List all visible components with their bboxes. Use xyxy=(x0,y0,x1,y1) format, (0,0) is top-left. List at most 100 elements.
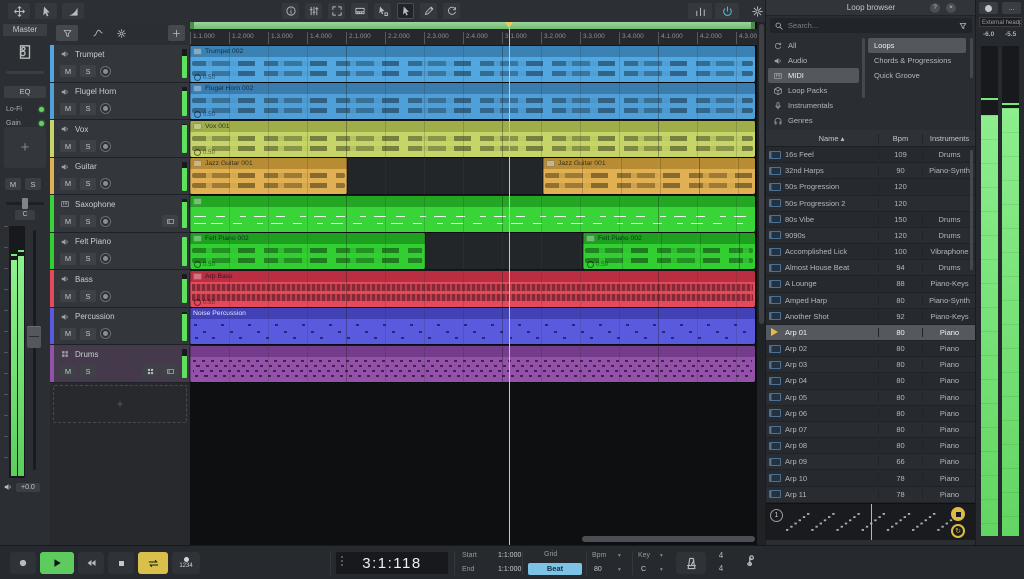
clip[interactable]: Felt Piano 0020.50 xyxy=(583,233,755,269)
clip[interactable]: Jazz Guitar 001 xyxy=(543,158,755,194)
mute-button[interactable]: M xyxy=(60,365,76,377)
mute-button[interactable]: M xyxy=(60,103,76,115)
record-arm-button[interactable] xyxy=(100,253,111,264)
category-loop-packs[interactable]: Loop Packs xyxy=(768,83,859,98)
pencil-tool[interactable] xyxy=(420,3,437,19)
track-settings-button[interactable] xyxy=(112,25,130,41)
filter-icon[interactable] xyxy=(958,21,968,31)
loop-row[interactable]: Amped Harp80Piano-Synth xyxy=(766,293,976,309)
loop-row[interactable]: Arp 0480Piano xyxy=(766,373,976,389)
end-value[interactable]: 1:1:000 xyxy=(498,566,521,573)
clip[interactable]: Felt Piano 0020.50 xyxy=(190,233,425,269)
loop-row[interactable]: 9090s120Drums xyxy=(766,228,976,244)
browser-toggle-button[interactable] xyxy=(715,3,739,19)
loop-row[interactable]: Arp 0380Piano xyxy=(766,357,976,373)
column-header-name[interactable]: Name ▴ xyxy=(783,134,878,143)
clip[interactable]: Vox 0010.50 xyxy=(190,121,755,157)
subcategory-loops[interactable]: Loops xyxy=(868,38,966,53)
loop-row[interactable]: 50s Progression120 xyxy=(766,179,976,195)
stop-button[interactable] xyxy=(108,552,134,574)
subcategory-chords-progressions[interactable]: Chords & Progressions xyxy=(868,53,966,68)
add-track-button[interactable] xyxy=(168,25,185,41)
add-track-dropzone[interactable]: + xyxy=(53,385,187,423)
fade-tool[interactable] xyxy=(62,3,84,19)
bridge-record-button[interactable] xyxy=(979,2,998,14)
track-header-vox[interactable]: VoxMS xyxy=(50,120,190,158)
clip[interactable] xyxy=(190,346,755,382)
mute-button[interactable]: M xyxy=(60,290,76,302)
rewind-button[interactable] xyxy=(78,552,104,574)
column-header-bpm[interactable]: Bpm xyxy=(878,134,922,143)
mute-button[interactable]: M xyxy=(60,215,76,227)
insert-power-led[interactable] xyxy=(39,121,44,126)
loop-row[interactable]: 16s Feel109Drums xyxy=(766,147,976,163)
subcategory-scrollbar[interactable] xyxy=(970,38,973,78)
eq-button[interactable]: EQ xyxy=(4,86,46,98)
settings-button[interactable] xyxy=(748,3,766,19)
solo-button[interactable]: S xyxy=(80,215,96,227)
insert-slot[interactable]: Lo-Fi xyxy=(6,104,44,115)
loop-row[interactable]: Arp 0880Piano xyxy=(766,438,976,454)
master-volume-value[interactable]: +0.0 xyxy=(16,483,40,492)
track-header-flugel-horn[interactable]: Flugel HornMS xyxy=(50,83,190,121)
solo-button[interactable]: S xyxy=(80,65,96,77)
solo-button[interactable]: S xyxy=(80,178,96,190)
key-down-arrow[interactable]: ▾ xyxy=(660,567,663,573)
record-arm-button[interactable] xyxy=(100,216,111,227)
loop-row[interactable]: Arp 0580Piano xyxy=(766,390,976,406)
track-header-bass[interactable]: BassMS xyxy=(50,270,190,308)
select-tool[interactable] xyxy=(374,3,391,19)
track-header-saxophone[interactable]: SaxophoneMS xyxy=(50,195,190,233)
mixer-tool[interactable] xyxy=(305,3,322,19)
solo-button[interactable]: S xyxy=(80,290,96,302)
bridge-menu-button[interactable]: ... xyxy=(1002,2,1021,14)
output-device-field[interactable]: External headp... xyxy=(979,17,1022,27)
clip[interactable]: Trumpet 0020.50 xyxy=(190,46,755,82)
solo-button[interactable]: S xyxy=(80,103,96,115)
master-solo-button[interactable]: S xyxy=(25,178,41,190)
master-tab[interactable]: Master xyxy=(3,24,47,36)
master-fader-track[interactable] xyxy=(33,230,36,470)
clip[interactable]: Noise Percussion xyxy=(190,308,755,344)
range-tool[interactable] xyxy=(397,3,414,19)
record-button[interactable] xyxy=(10,552,36,574)
arrow-tool[interactable] xyxy=(35,3,57,19)
column-header-instruments[interactable]: Instruments xyxy=(922,134,976,143)
editor-icon[interactable] xyxy=(162,215,178,227)
loop-row[interactable]: Accomplished Lick100Vibraphone xyxy=(766,244,976,260)
clip[interactable]: Flugel Horn 0020.50 xyxy=(190,83,755,119)
mute-button[interactable]: M xyxy=(60,253,76,265)
track-header-trumpet[interactable]: TrumpetMS xyxy=(50,45,190,83)
bpm-up-arrow[interactable]: ▾ xyxy=(618,553,621,559)
table-scrollbar[interactable] xyxy=(970,150,973,270)
track-filter-button[interactable] xyxy=(56,25,78,41)
track-header-guitar[interactable]: GuitarMS xyxy=(50,158,190,196)
hscroll-thumb[interactable] xyxy=(582,536,755,542)
info-tool[interactable] xyxy=(282,3,299,19)
time-signature-lower[interactable]: 4 xyxy=(714,564,728,573)
loop-row[interactable]: Arp 1178Piano xyxy=(766,487,976,503)
search-input[interactable] xyxy=(788,21,954,30)
add-insert-slot[interactable]: + xyxy=(4,127,46,168)
pan-slider[interactable] xyxy=(6,202,44,205)
mute-button[interactable]: M xyxy=(60,65,76,77)
loop-button[interactable] xyxy=(138,552,168,574)
record-arm-button[interactable] xyxy=(100,291,111,302)
loop-row[interactable]: 50s Progression 2120 xyxy=(766,196,976,212)
solo-button[interactable]: S xyxy=(80,365,96,377)
loop-row[interactable]: Arp 0966Piano xyxy=(766,454,976,470)
close-button[interactable]: × xyxy=(946,3,956,13)
editor-icon[interactable] xyxy=(162,365,178,377)
category-scrollbar[interactable] xyxy=(862,38,865,98)
time-signature-upper[interactable]: 4 xyxy=(714,551,728,560)
time-display[interactable]: 3:1:118 xyxy=(336,552,448,574)
record-arm-button[interactable] xyxy=(100,66,111,77)
loop-row[interactable]: Arp 0780Piano xyxy=(766,422,976,438)
loop-tool[interactable] xyxy=(443,3,460,19)
master-mute-button[interactable]: M xyxy=(5,178,21,190)
solo-button[interactable]: S xyxy=(80,140,96,152)
transform-tool[interactable] xyxy=(328,3,345,19)
play-button[interactable] xyxy=(40,552,74,574)
insert-power-led[interactable] xyxy=(39,107,44,112)
category-instrumentals[interactable]: Instrumentals xyxy=(768,98,859,113)
